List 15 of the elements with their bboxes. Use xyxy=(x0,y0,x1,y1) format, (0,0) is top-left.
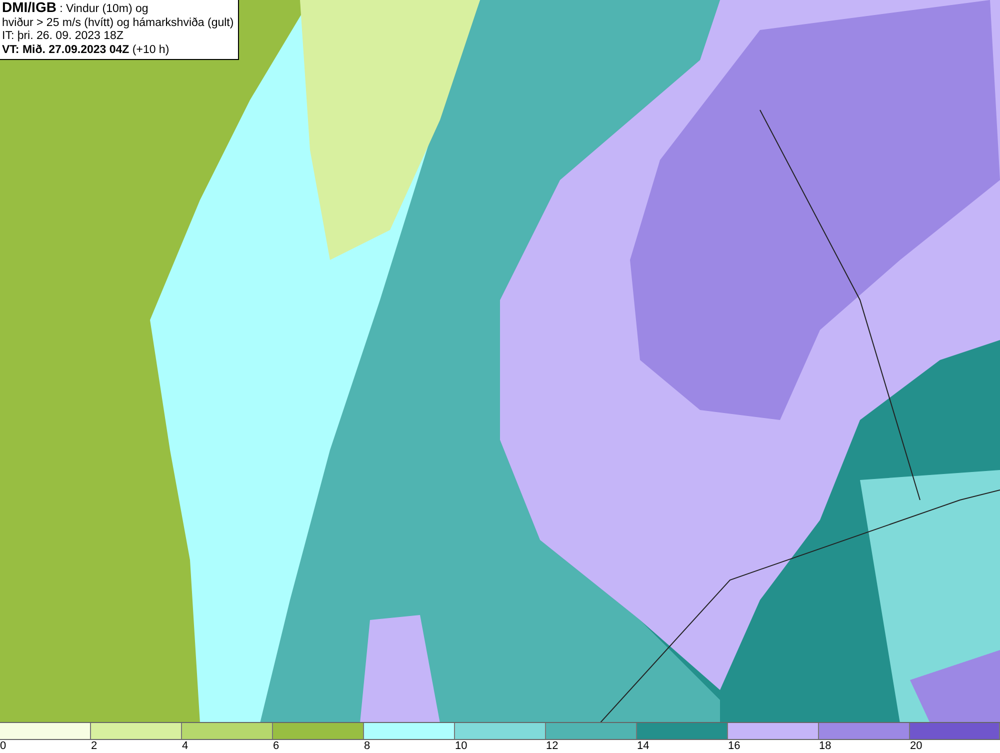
legend-label: 6 xyxy=(273,740,280,753)
legend-label: 20 xyxy=(910,740,922,753)
legend-label: 0 xyxy=(0,740,6,753)
legend-label: 14 xyxy=(637,740,650,753)
title-line: hviður > 25 m/s (hvítt) og hámarkshviða (gult) xyxy=(2,16,234,30)
title-line: DMI/IGB : Vindur (10m) og xyxy=(2,1,150,16)
title-line: VT: Mið. 27.09.2023 04Z (+10 h) xyxy=(2,44,170,57)
legend-label: 12 xyxy=(546,740,558,753)
legend-label: 18 xyxy=(819,740,832,753)
legend-label: 16 xyxy=(728,740,740,753)
title-line: IT: þri. 26. 09. 2023 18Z xyxy=(2,30,124,44)
legend-label: 4 xyxy=(182,740,188,753)
legend-label: 2 xyxy=(91,740,98,753)
legend-label: 10 xyxy=(455,740,468,753)
legend-label: 8 xyxy=(364,740,370,753)
